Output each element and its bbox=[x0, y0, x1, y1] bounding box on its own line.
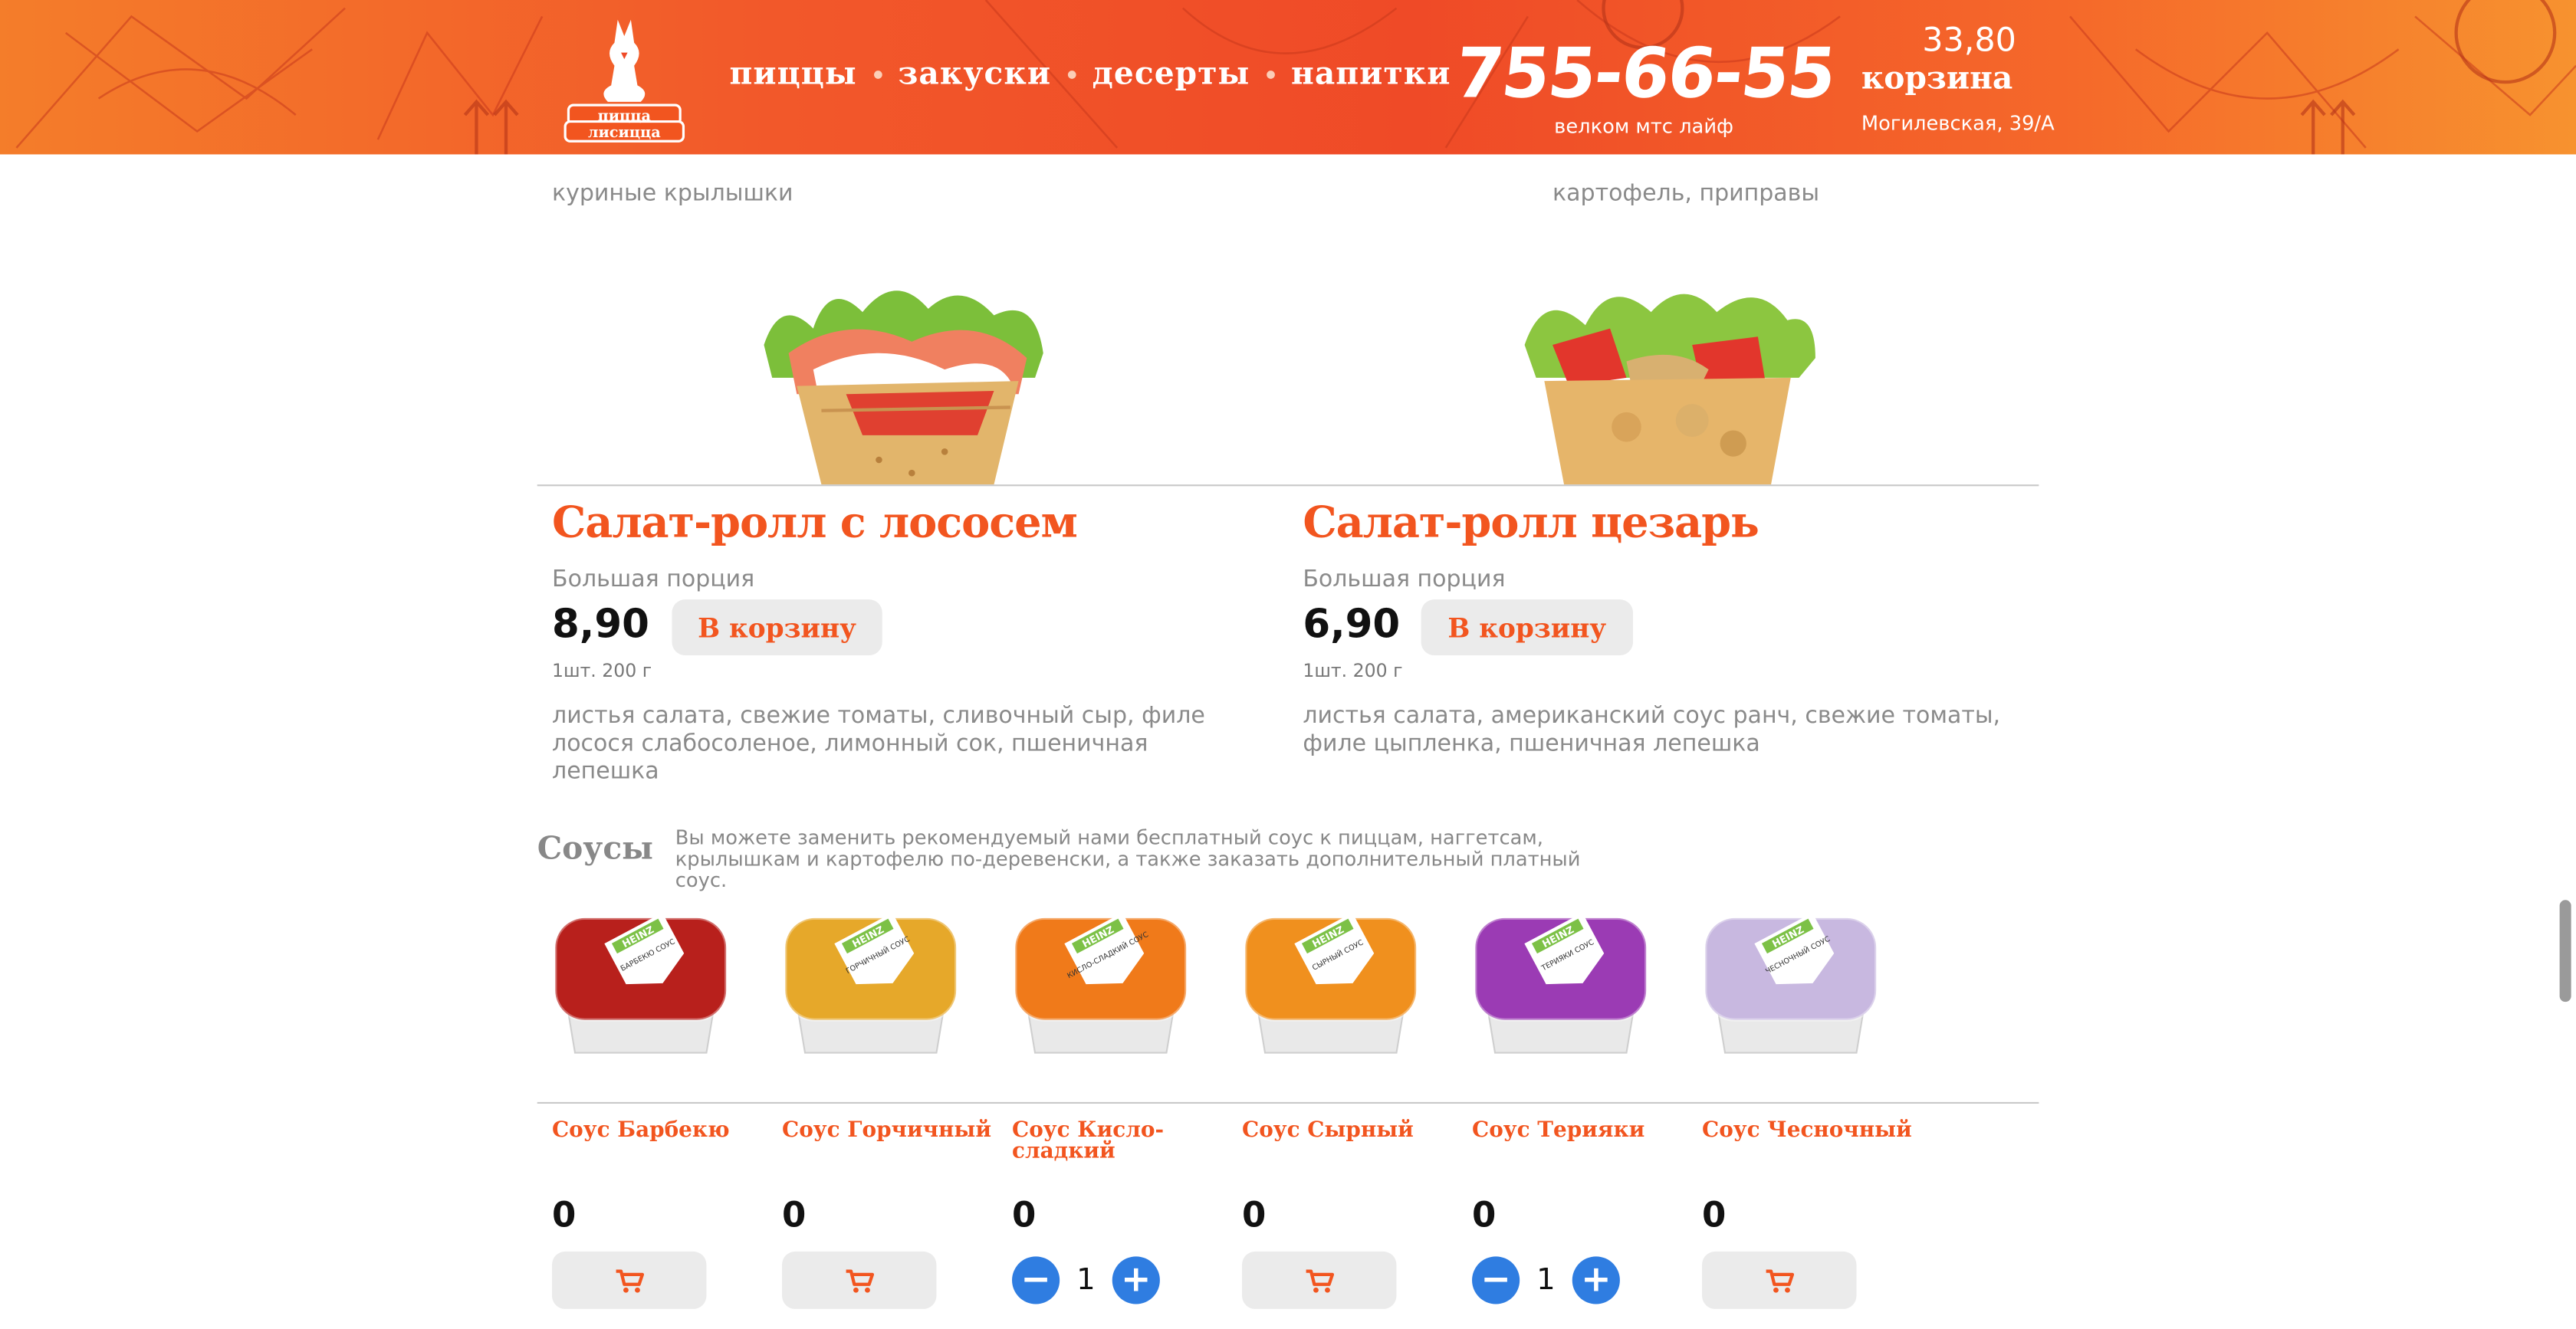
divider bbox=[537, 1101, 2039, 1104]
phone-operators: велком мтс лайф bbox=[1554, 115, 1734, 139]
sauce-image[interactable]: HEINZКИСЛО-СЛАДКИЙ СОУС bbox=[1002, 895, 1199, 1059]
quantity-value: 1 bbox=[1536, 1262, 1556, 1298]
product-weight: 1шт. 200 г bbox=[1303, 660, 1403, 682]
nav-separator bbox=[1266, 70, 1275, 78]
sauce-image[interactable]: HEINZБАРБЕКЮ СОУС bbox=[542, 895, 739, 1059]
cart-icon bbox=[1306, 1268, 1335, 1292]
sauces-heading: Соусы bbox=[537, 831, 653, 868]
cart-link[interactable]: корзина bbox=[1861, 61, 2013, 97]
product-title[interactable]: Салат-ролл цезарь bbox=[1303, 499, 1759, 548]
plus-button[interactable]: + bbox=[1572, 1256, 1620, 1304]
sauce-count: 0 bbox=[782, 1196, 807, 1235]
product-price: 6,90 bbox=[1303, 601, 1401, 648]
product-price: 8,90 bbox=[552, 601, 649, 648]
sauce-image[interactable]: HEINZГОРЧИЧНЫЙ СОУС bbox=[772, 895, 969, 1059]
portion-size: Большая порция bbox=[1303, 566, 1506, 593]
sauce-count: 0 bbox=[1472, 1196, 1497, 1235]
svg-text:лисицца: лисицца bbox=[588, 123, 661, 141]
plus-button[interactable]: + bbox=[1112, 1256, 1160, 1304]
sauce-count: 0 bbox=[1702, 1196, 1727, 1235]
product-description: куриные крылышки bbox=[552, 180, 794, 208]
add-sauce-button[interactable] bbox=[552, 1251, 707, 1309]
product-description: картофель, приправы bbox=[1552, 180, 1820, 208]
sauce-image[interactable]: HEINZЧЕСНОЧНЫЙ СОУС bbox=[1692, 895, 1889, 1059]
main-nav: пиццы закуски десерты напитки bbox=[729, 56, 1451, 92]
sauce-name[interactable]: Соус Сырный bbox=[1242, 1120, 1456, 1141]
product-description: листья салата, американский соус ранч, с… bbox=[1303, 703, 2001, 757]
fox-logo-icon: пицца лисицца bbox=[564, 19, 685, 143]
sauce-name[interactable]: Соус Кисло-сладкий bbox=[1012, 1120, 1226, 1163]
sauce-image[interactable]: HEINZСЫРНЫЙ СОУС bbox=[1232, 895, 1429, 1059]
portion-size: Большая порция bbox=[552, 566, 755, 593]
logo[interactable]: пицца лисицца bbox=[559, 10, 690, 145]
add-sauce-button[interactable] bbox=[782, 1251, 937, 1309]
nav-pizza[interactable]: пиццы bbox=[729, 56, 856, 92]
add-sauce-button[interactable] bbox=[1242, 1251, 1397, 1309]
product-weight: 1шт. 200 г bbox=[552, 660, 652, 682]
quantity-value: 1 bbox=[1076, 1262, 1096, 1298]
sauce-name[interactable]: Соус Горчичный bbox=[782, 1120, 996, 1141]
add-sauce-button[interactable] bbox=[1702, 1251, 1857, 1309]
phone-number[interactable]: 755-66-55 bbox=[1451, 33, 1838, 113]
sauce-count: 0 bbox=[552, 1196, 577, 1235]
add-to-cart-button[interactable]: В корзину bbox=[1421, 599, 1634, 656]
sauce-count: 0 bbox=[1012, 1196, 1037, 1235]
product-title[interactable]: Салат-ролл с лососем bbox=[552, 499, 1078, 548]
cart-icon bbox=[616, 1268, 645, 1292]
caesar-roll-image[interactable] bbox=[1511, 279, 1823, 485]
nav-drinks[interactable]: напитки bbox=[1291, 56, 1451, 92]
cart-icon bbox=[846, 1268, 875, 1292]
sauce-count: 0 bbox=[1242, 1196, 1267, 1235]
sauce-image[interactable]: HEINZТЕРИЯКИ СОУС bbox=[1462, 895, 1659, 1059]
add-to-cart-button[interactable]: В корзину bbox=[672, 599, 882, 656]
product-description: листья салата, свежие томаты, сливочный … bbox=[552, 703, 1205, 786]
minus-button[interactable]: − bbox=[1472, 1256, 1520, 1304]
divider bbox=[537, 484, 2039, 487]
sauce-name[interactable]: Соус Чесночный bbox=[1702, 1120, 1916, 1141]
sauce-name[interactable]: Соус Барбекю bbox=[552, 1120, 766, 1141]
minus-button[interactable]: − bbox=[1012, 1256, 1060, 1304]
nav-snacks[interactable]: закуски bbox=[898, 56, 1051, 92]
nav-desserts[interactable]: десерты bbox=[1092, 56, 1250, 92]
quantity-stepper: −1 + bbox=[1012, 1256, 1160, 1304]
store-address: Могилевская, 39/А bbox=[1861, 111, 2055, 135]
cart-total[interactable]: 33,80 bbox=[1922, 20, 2016, 59]
salmon-roll-image[interactable] bbox=[748, 279, 1060, 485]
cart-icon bbox=[1766, 1268, 1795, 1292]
site-header: пицца лисицца пиццы закуски десерты напи… bbox=[0, 0, 2576, 155]
nav-separator bbox=[873, 70, 882, 78]
nav-separator bbox=[1067, 70, 1076, 78]
sauce-name[interactable]: Соус Терияки bbox=[1472, 1120, 1686, 1141]
page-scrollbar[interactable] bbox=[2559, 900, 2571, 1002]
svg-text:пицца: пицца bbox=[598, 107, 652, 125]
page: пицца лисицца пиццы закуски десерты напи… bbox=[0, 0, 2576, 1329]
sauces-note: Вы можете заменить рекомендуемый нами бе… bbox=[675, 825, 1581, 892]
quantity-stepper: −1 + bbox=[1472, 1256, 1620, 1304]
